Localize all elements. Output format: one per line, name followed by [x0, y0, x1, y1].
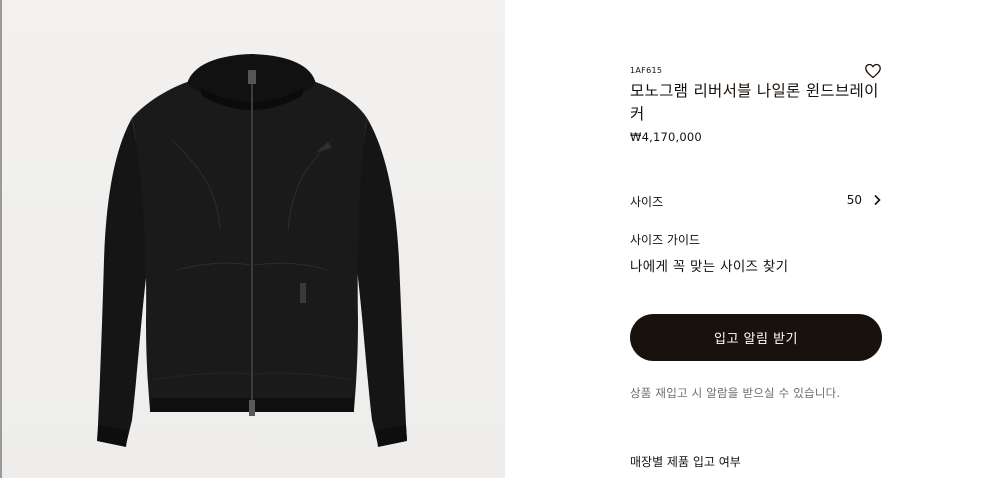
product-info-panel: 1AF615 모노그램 리버서블 나일론 윈드브레이커 ₩4,170,000 사… [630, 0, 882, 478]
chevron-right-icon [874, 194, 881, 206]
size-guide-label[interactable]: 사이즈 가이드 [630, 231, 700, 248]
size-value: 50 [846, 193, 862, 207]
size-selector[interactable]: 사이즈 50 [630, 191, 882, 211]
product-price: ₩4,170,000 [630, 130, 702, 144]
notify-note: 상품 재입고 시 알람을 받으실 수 있습니다. [630, 386, 841, 400]
wishlist-button[interactable] [864, 62, 882, 80]
product-title: 모노그램 리버서블 나일론 윈드브레이커 [630, 82, 879, 123]
notify-restock-button[interactable]: 입고 알림 받기 [630, 314, 882, 361]
size-finder-link[interactable]: 나에게 꼭 맞는 사이즈 찾기 [630, 255, 788, 275]
product-image[interactable] [2, 0, 505, 478]
size-label: 사이즈 [630, 195, 664, 209]
jacket-illustration [97, 54, 407, 447]
store-availability-link[interactable]: 매장별 제품 입고 여부 [630, 453, 741, 470]
product-sku: 1AF615 [630, 66, 663, 75]
heart-icon [865, 63, 881, 79]
